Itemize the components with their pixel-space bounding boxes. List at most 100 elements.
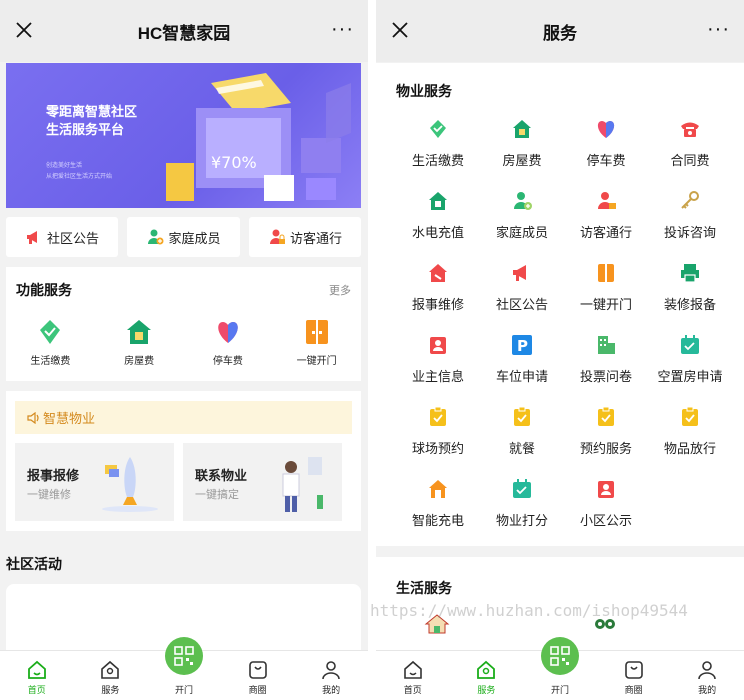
tab-label: 首页 [27, 685, 46, 695]
living-fee-icon [430, 120, 446, 138]
notice-bar[interactable]: 智慧物业 [15, 401, 352, 434]
function-item-living-fee[interactable]: 生活缴费 [6, 318, 95, 367]
service-label: 一键开门 [579, 297, 632, 312]
service-parking-apply[interactable]: P 车位申请 [480, 334, 564, 406]
function-item-open-door[interactable]: 一键开门 [272, 318, 361, 367]
function-item-parking-fee[interactable]: 停车费 [184, 318, 273, 367]
service-label: 物品放行 [663, 441, 716, 456]
activity-title: 社区活动 [6, 556, 62, 572]
quick-link-family[interactable]: 家庭成员 [127, 217, 240, 257]
notice-id-icon [598, 481, 614, 498]
phone-icon [681, 122, 699, 137]
nav-bar: HC智慧家园 ··· [0, 0, 368, 62]
repair-card[interactable]: 报事报修 一键维修 [15, 443, 174, 521]
quick-link-announcement[interactable]: 社区公告 [6, 217, 118, 257]
service-living-fee[interactable]: 生活缴费 [396, 118, 480, 190]
tab-bar: 首页 服务 开门 商圈 我的 [0, 637, 368, 700]
tab-open-door[interactable]: 开门 [147, 637, 221, 700]
service-public-notice[interactable]: 小区公示 [564, 478, 648, 550]
services-house-icon [101, 660, 120, 679]
service-item-release[interactable]: 物品放行 [648, 406, 732, 478]
tab-home[interactable]: 首页 [376, 651, 450, 700]
service-open-door[interactable]: 一键开门 [564, 262, 648, 334]
service-label: 家庭成员 [495, 225, 548, 240]
tab-shop[interactable]: 商圈 [221, 651, 295, 700]
service-visitor-pass[interactable]: 访客通行 [564, 190, 648, 262]
services-house-icon [477, 660, 496, 679]
tab-services[interactable]: 服务 [450, 651, 524, 700]
function-item-label: 一键开门 [296, 356, 337, 367]
nav-bar: 服务 ··· [376, 0, 744, 62]
page-title: 服务 [543, 23, 577, 43]
living-fee-icon [40, 320, 61, 344]
door-icon [598, 264, 614, 282]
service-smart-charge[interactable]: 智能充电 [396, 478, 480, 550]
watermark: https://www.huzhan.com/ishop49544 [370, 601, 688, 620]
parking-p-icon: P [512, 335, 532, 355]
more-icon[interactable]: ··· [331, 19, 354, 39]
service-complaint[interactable]: 投诉咨询 [648, 190, 732, 262]
service-label: 房屋费 [502, 153, 542, 168]
service-announcement[interactable]: 社区公告 [480, 262, 564, 334]
more-link[interactable]: 更多 [329, 282, 351, 298]
service-parking-fee[interactable]: 停车费 [564, 118, 648, 190]
visitor-lock-icon [598, 192, 616, 209]
close-icon[interactable] [14, 20, 34, 40]
service-court-booking[interactable]: 球场预约 [396, 406, 480, 478]
user-icon [322, 661, 340, 680]
service-contract-fee[interactable]: 合同费 [648, 118, 732, 190]
services-screen: 服务 ··· 物业服务 生活缴费 房屋费 停车费 合同费 水电充值 家庭成员 访… [376, 0, 744, 700]
tab-home[interactable]: 首页 [0, 651, 74, 700]
tab-label: 商圈 [248, 685, 267, 695]
page-title: HC智慧家园 [137, 23, 231, 43]
qr-code-icon [164, 637, 203, 675]
service-label: 水电充值 [411, 225, 464, 240]
function-item-house-fee[interactable]: 房屋费 [95, 318, 184, 367]
tab-shop[interactable]: 商圈 [597, 651, 671, 700]
tab-label: 商圈 [624, 685, 643, 695]
contact-property-card[interactable]: 联系物业 一键搞定 [183, 443, 342, 521]
service-label: 访客通行 [579, 225, 632, 240]
service-label: 业主信息 [411, 369, 464, 384]
service-rating[interactable]: 物业打分 [480, 478, 564, 550]
close-icon[interactable] [390, 20, 410, 40]
service-reservation[interactable]: 预约服务 [564, 406, 648, 478]
section-title: 生活服务 [396, 580, 452, 596]
service-vote[interactable]: 投票问卷 [564, 334, 648, 406]
service-owner-info[interactable]: 业主信息 [396, 334, 480, 406]
service-label: 报事维修 [411, 297, 464, 312]
quick-link-label: 社区公告 [46, 230, 99, 246]
service-label: 社区公告 [495, 297, 548, 312]
service-vacant-apply[interactable]: 空置房申请 [648, 334, 732, 406]
tab-services[interactable]: 服务 [74, 651, 148, 700]
tab-me[interactable]: 我的 [294, 651, 368, 700]
repair-house-icon [429, 264, 447, 282]
tab-open-door[interactable]: 开门 [523, 637, 597, 700]
tab-label: 我的 [698, 685, 717, 695]
service-label: 智能充电 [411, 513, 464, 528]
notice-text: 智慧物业 [43, 411, 96, 426]
clipboard-check-icon [514, 406, 530, 426]
megaphone-icon [513, 265, 526, 281]
quick-link-visitor[interactable]: 访客通行 [249, 217, 361, 257]
user-icon [698, 661, 716, 680]
service-label: 球场预约 [411, 441, 464, 456]
shop-bag-icon [248, 661, 267, 679]
more-icon[interactable]: ··· [707, 19, 730, 39]
tab-label: 首页 [403, 685, 422, 695]
service-repair[interactable]: 报事维修 [396, 262, 480, 334]
service-dining[interactable]: 就餐 [480, 406, 564, 478]
promo-banner[interactable]: 零距离智慧社区 生活服务平台 创造美好生活 从把爱社区生活方式开始 ¥70% [6, 63, 361, 208]
service-family-members[interactable]: 家庭成员 [480, 190, 564, 262]
service-label: 预约服务 [579, 441, 632, 456]
tab-label: 开门 [550, 685, 569, 695]
user-add-icon [148, 229, 164, 245]
contact-card-sub: 一键搞定 [195, 489, 239, 501]
service-utility-recharge[interactable]: 水电充值 [396, 190, 480, 262]
qr-code-icon [540, 637, 579, 675]
service-house-fee[interactable]: 房屋费 [480, 118, 564, 190]
home-icon [27, 660, 46, 679]
service-label: 空置房申请 [657, 369, 723, 384]
tab-me[interactable]: 我的 [670, 651, 744, 700]
service-renovation[interactable]: 装修报备 [648, 262, 732, 334]
